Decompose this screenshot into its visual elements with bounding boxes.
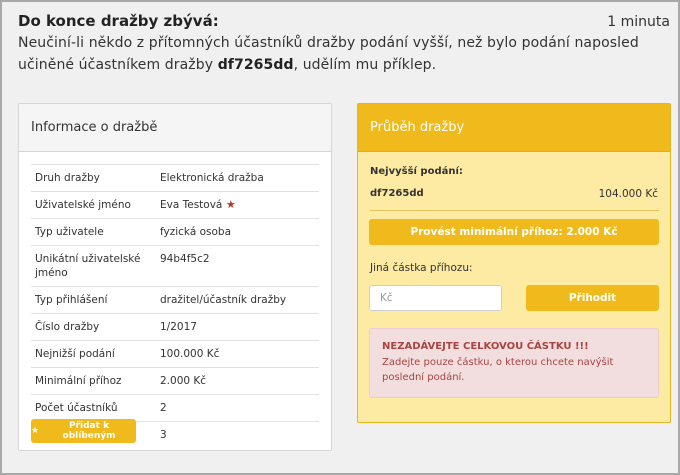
info-row-label: Typ přihlášení (35, 294, 108, 306)
info-panel-title: Informace o dražbě (19, 104, 331, 152)
info-row-value: Eva Testová ★ (156, 192, 319, 219)
info-row-label: Nejnižší podání (35, 348, 115, 360)
min-bid-button[interactable]: Provést minimální příhoz: 2.000 Kč (369, 219, 659, 245)
info-row-value: 2.000 Kč (156, 368, 319, 395)
info-row-value: 1/2017 (156, 314, 319, 341)
info-row: Nejnižší podání 100.000 Kč (31, 340, 319, 368)
info-row-value-text: Eva Testová (160, 199, 223, 211)
auction-info-panel: Informace o dražbě Druh dražby Elektronic… (18, 103, 332, 451)
bid-amount-input[interactable] (369, 285, 502, 311)
info-row: Unikátní uživatelské jméno 94b4f5c2 (31, 245, 319, 287)
info-row-label: Počet účastníků (35, 402, 118, 414)
info-row-value-text: 100.000 Kč (160, 348, 220, 360)
info-row: Typ uživatele fyzická osoba (31, 218, 319, 246)
auction-window: Do konce dražby zbývá: 1 minuta Neučiní-… (0, 0, 680, 475)
warning-alert: NEZADÁVEJTE CELKOVOU ČÁSTKU !!! Zadejte … (369, 328, 659, 398)
countdown-time: 1 minuta (607, 14, 670, 30)
warning-text: Zadejte pouze částku, o kterou chcete na… (382, 357, 614, 383)
info-row-value-text: 3 (160, 429, 167, 441)
info-row-value: dražitel/účastník dražby (156, 287, 319, 314)
info-table: Druh dražby Elektronická dražba Uživatelsk… (31, 164, 319, 448)
info-row: Druh dražby Elektronická dražba (31, 164, 319, 192)
info-row-label: Druh dražby (35, 172, 100, 184)
info-row-value-text: 2 (160, 402, 167, 414)
divider (370, 210, 659, 211)
info-row-label: Unikátní uživatelské jméno (35, 253, 141, 279)
highest-bid-amount: 104.000 Kč (598, 188, 658, 200)
info-row-value-text: 94b4f5c2 (160, 253, 210, 265)
info-row-value: Elektronická dražba (156, 165, 319, 192)
info-row-value: 100.000 Kč (156, 341, 319, 368)
info-row-value: fyzická osoba (156, 219, 319, 246)
highest-bid-label: Nejvyšší podání: (370, 166, 463, 177)
countdown-notice: Do konce dražby zbývá: 1 minuta Neučiní-… (18, 12, 670, 76)
info-row-value: 94b4f5c2 (156, 246, 319, 287)
auction-progress-panel: Průběh dražby Nejvyšší podání: df7265dd … (357, 103, 671, 423)
info-row-value-text: 1/2017 (160, 321, 197, 333)
place-bid-button[interactable]: Přihodit (526, 285, 659, 311)
info-row-value: 3 (156, 422, 319, 449)
info-row-label: Minimální příhoz (35, 375, 122, 387)
info-row-label: Typ uživatele (35, 226, 104, 238)
info-row: Číslo dražby 1/2017 (31, 313, 319, 341)
progress-panel-title: Průběh dražby (358, 104, 670, 152)
star-icon: ★ (31, 426, 40, 436)
info-row: Typ přihlášení dražitel/účastník dražby (31, 286, 319, 314)
info-row-value-text: 2.000 Kč (160, 375, 207, 387)
info-row-value-text: Elektronická dražba (160, 172, 264, 184)
info-row-label: Číslo dražby (35, 321, 100, 333)
message-text-end: , udělím mu příklep. (293, 57, 437, 73)
other-amount-label: Jiná částka příhozu: (370, 262, 473, 274)
countdown-message: Neučiní-li někdo z přítomných účastníků … (18, 32, 670, 76)
countdown-title: Do konce dražby zbývá: (18, 12, 219, 30)
info-row-value-text: fyzická osoba (160, 226, 232, 238)
star-icon: ★ (222, 198, 236, 211)
add-favorite-label: Přidat k oblíbeným (62, 421, 116, 441)
warning-title: NEZADÁVEJTE CELKOVOU ČÁSTKU !!! (382, 341, 589, 352)
add-favorite-button[interactable]: ★ Přidat k oblíbeným (31, 419, 136, 443)
highest-bidder: df7265dd (370, 188, 424, 199)
info-row-value: 2 (156, 395, 319, 422)
info-row: Počet účastníků 2 (31, 394, 319, 422)
info-row: Minimální příhoz 2.000 Kč (31, 367, 319, 395)
info-row: Uživatelské jméno Eva Testová ★ (31, 191, 319, 219)
info-row-value-text: dražitel/účastník dražby (160, 294, 287, 306)
info-row-label: Uživatelské jméno (35, 199, 131, 211)
message-bidder: df7265dd (217, 57, 294, 73)
